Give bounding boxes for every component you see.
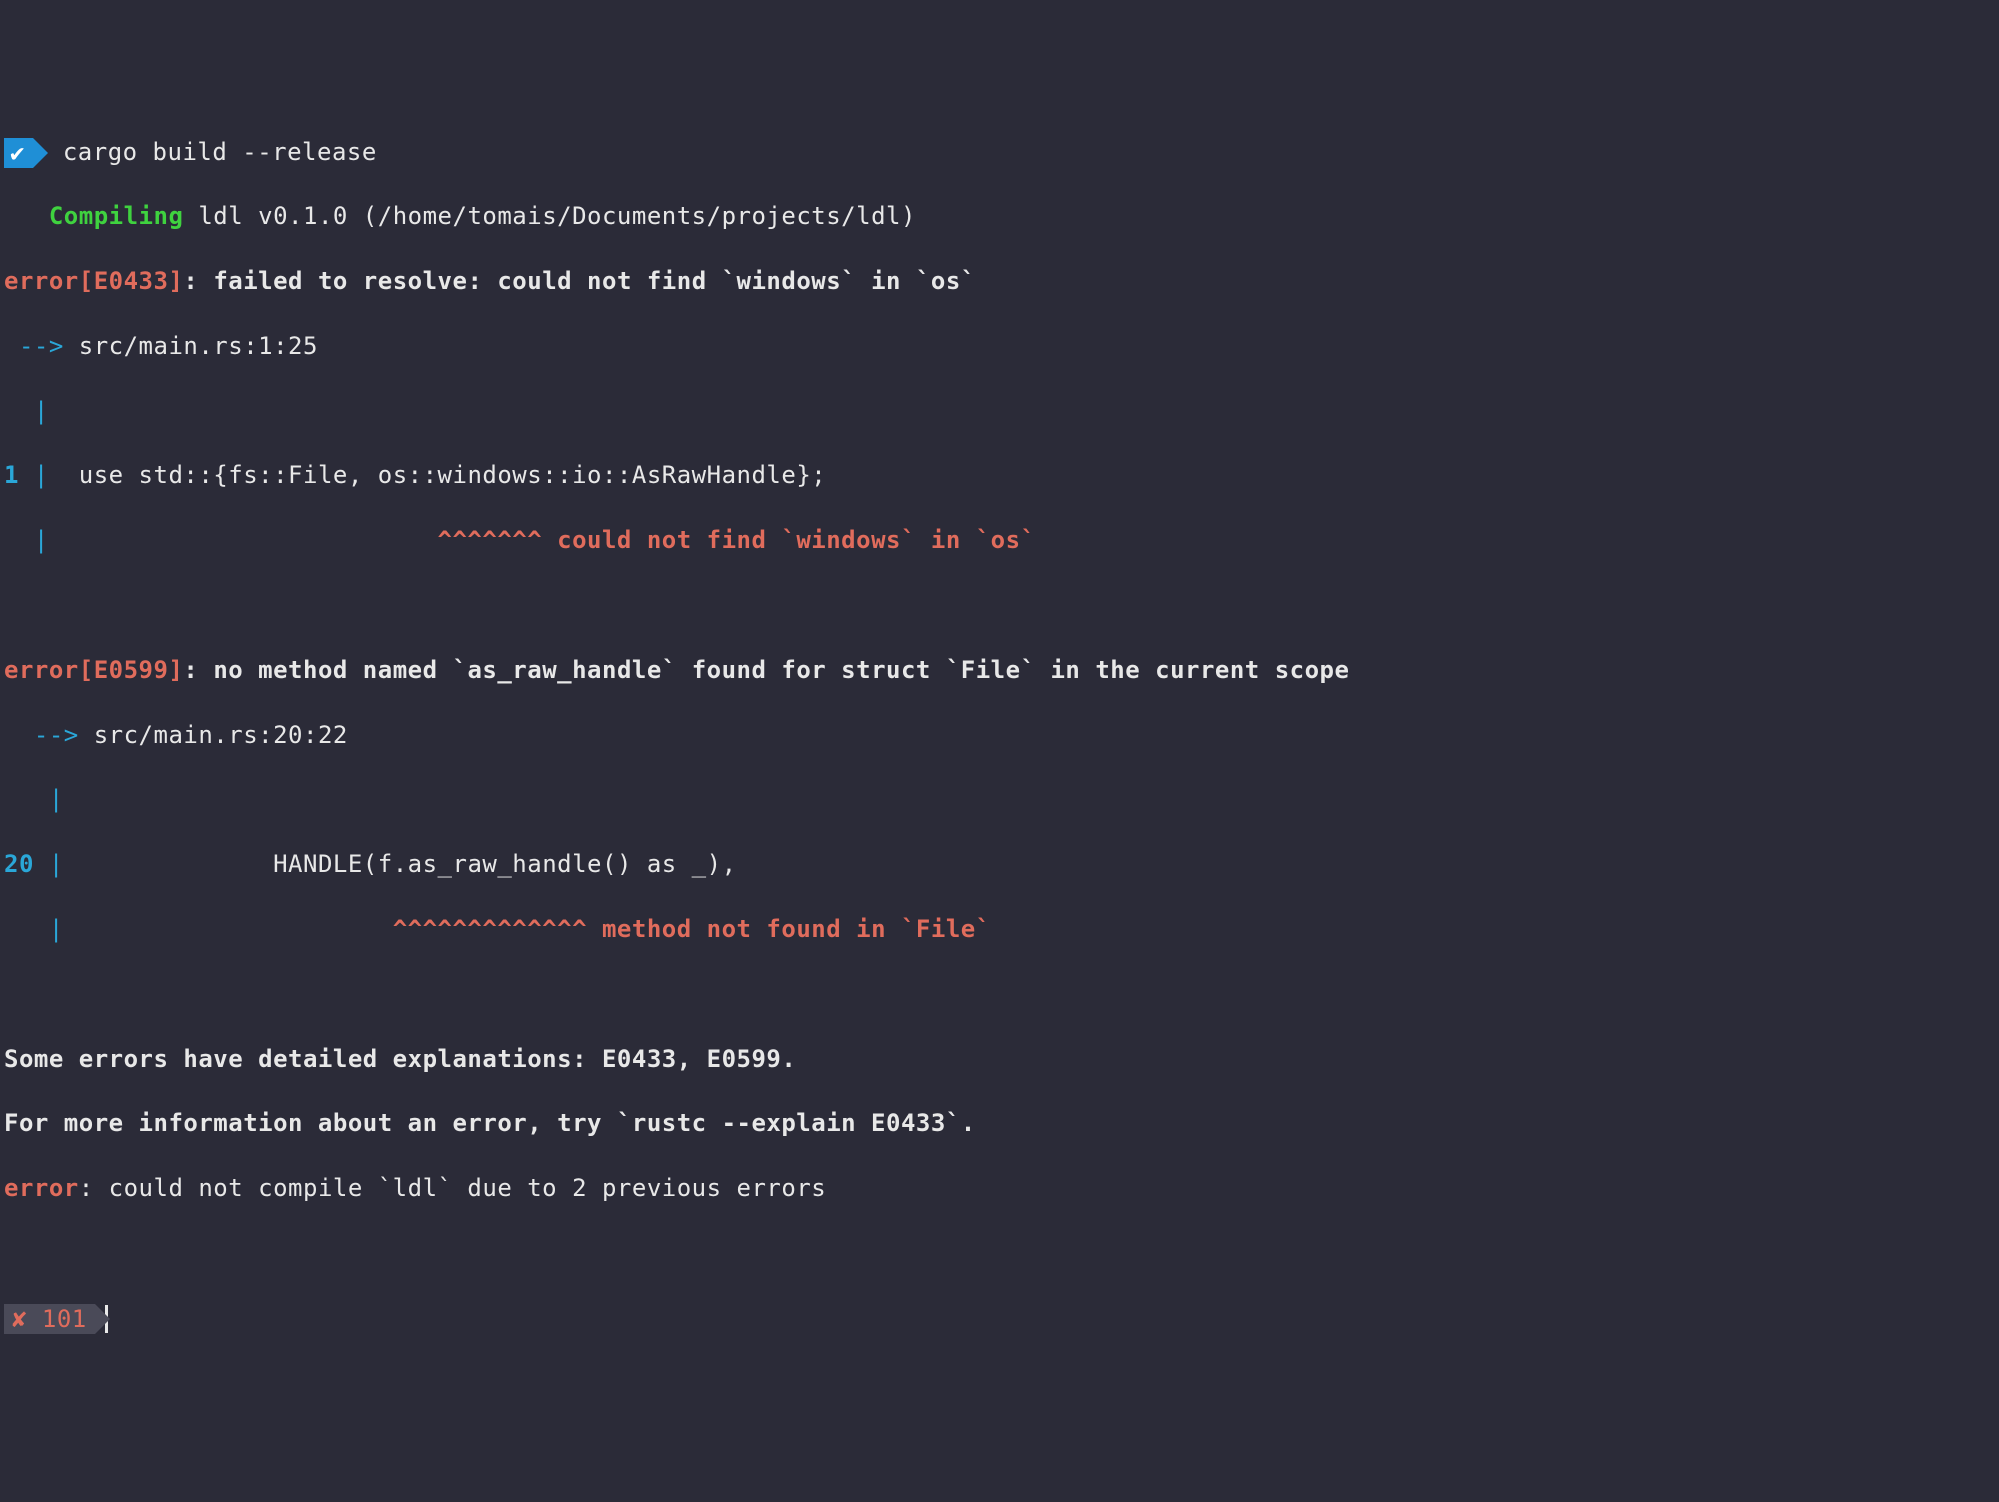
exit-code: 101 [27, 1305, 87, 1333]
final-error-line: error: could not compile `ldl` due to 2 … [4, 1172, 1995, 1204]
pipe: | [4, 915, 79, 943]
prompt-command-line[interactable]: ✔ cargo build --release [4, 136, 1995, 168]
caret-pad [64, 526, 438, 554]
pipe: | [4, 526, 64, 554]
code-line-1: 1 | use std::{fs::File, os::windows::io:… [4, 459, 1995, 491]
prompt-error-line[interactable]: ✘ 101 [4, 1302, 1995, 1334]
code-line-2: 20 | HANDLE(f.as_raw_handle() as _), [4, 848, 1995, 880]
prompt-err-badge: ✘ 101 [4, 1304, 95, 1334]
error-header-1: error[E0433]: failed to resolve: could n… [4, 265, 1995, 297]
compiling-target: ldl v0.1.0 (/home/tomais/Documents/proje… [183, 202, 916, 230]
error-location-1: --> src/main.rs:1:25 [4, 330, 1995, 362]
error-tag-suffix: ] [168, 656, 183, 684]
error-tag-prefix: error[ [4, 267, 94, 295]
pipe: | [34, 850, 79, 878]
compiling-line: Compiling ldl v0.1.0 (/home/tomais/Docum… [4, 200, 1995, 232]
x-icon: ✘ [12, 1305, 27, 1333]
blank-line [4, 978, 1995, 1010]
blank-line [4, 1237, 1995, 1269]
line-number: 1 [4, 461, 19, 489]
compiling-label: Compiling [49, 202, 184, 230]
error-tag-prefix: error[ [4, 656, 94, 684]
caret-pad [79, 915, 393, 943]
caret-line-2: | ^^^^^^^^^^^^^ method not found in `Fil… [4, 913, 1995, 945]
some-errors-line: Some errors have detailed explanations: … [4, 1043, 1995, 1075]
caret-underline: ^^^^^^^^^^^^^ [393, 915, 587, 943]
source-code: HANDLE(f.as_raw_handle() as _), [79, 850, 737, 878]
error-code: E0433 [94, 267, 169, 295]
location-text: src/main.rs:1:25 [79, 332, 318, 360]
final-error-text: : could not compile `ldl` due to 2 previ… [79, 1174, 826, 1202]
error-colon: : [183, 267, 213, 295]
pipe: | [4, 397, 64, 425]
prompt-ok-badge: ✔ [4, 138, 33, 168]
line-number: 20 [4, 850, 34, 878]
error-location-2: --> src/main.rs:20:22 [4, 719, 1995, 751]
arrow-icon: --> [4, 721, 94, 749]
more-info-line: For more information about an error, try… [4, 1107, 1995, 1139]
caret-underline: ^^^^^^^ [438, 526, 543, 554]
command-text: cargo build --release [33, 138, 377, 166]
arrow-icon: --> [4, 332, 79, 360]
error-code: E0599 [94, 656, 169, 684]
location-text: src/main.rs:20:22 [94, 721, 348, 749]
gutter-pipe: | [4, 395, 1995, 427]
error-label: error [4, 1174, 79, 1202]
blank-line [4, 589, 1995, 621]
gutter-pipe: | [4, 783, 1995, 815]
error-header-2: error[E0599]: no method named `as_raw_ha… [4, 654, 1995, 686]
error-note: could not find `windows` in `os` [542, 526, 1035, 554]
error-message: failed to resolve: could not find `windo… [213, 267, 975, 295]
error-tag-suffix: ] [168, 267, 183, 295]
pipe: | [4, 785, 64, 813]
error-note: method not found in `File` [587, 915, 991, 943]
caret-line-1: | ^^^^^^^ could not find `windows` in `o… [4, 524, 1995, 556]
error-colon: : [183, 656, 213, 684]
source-code: use std::{fs::File, os::windows::io::AsR… [64, 461, 826, 489]
error-message: no method named `as_raw_handle` found fo… [213, 656, 1349, 684]
pipe: | [19, 461, 64, 489]
